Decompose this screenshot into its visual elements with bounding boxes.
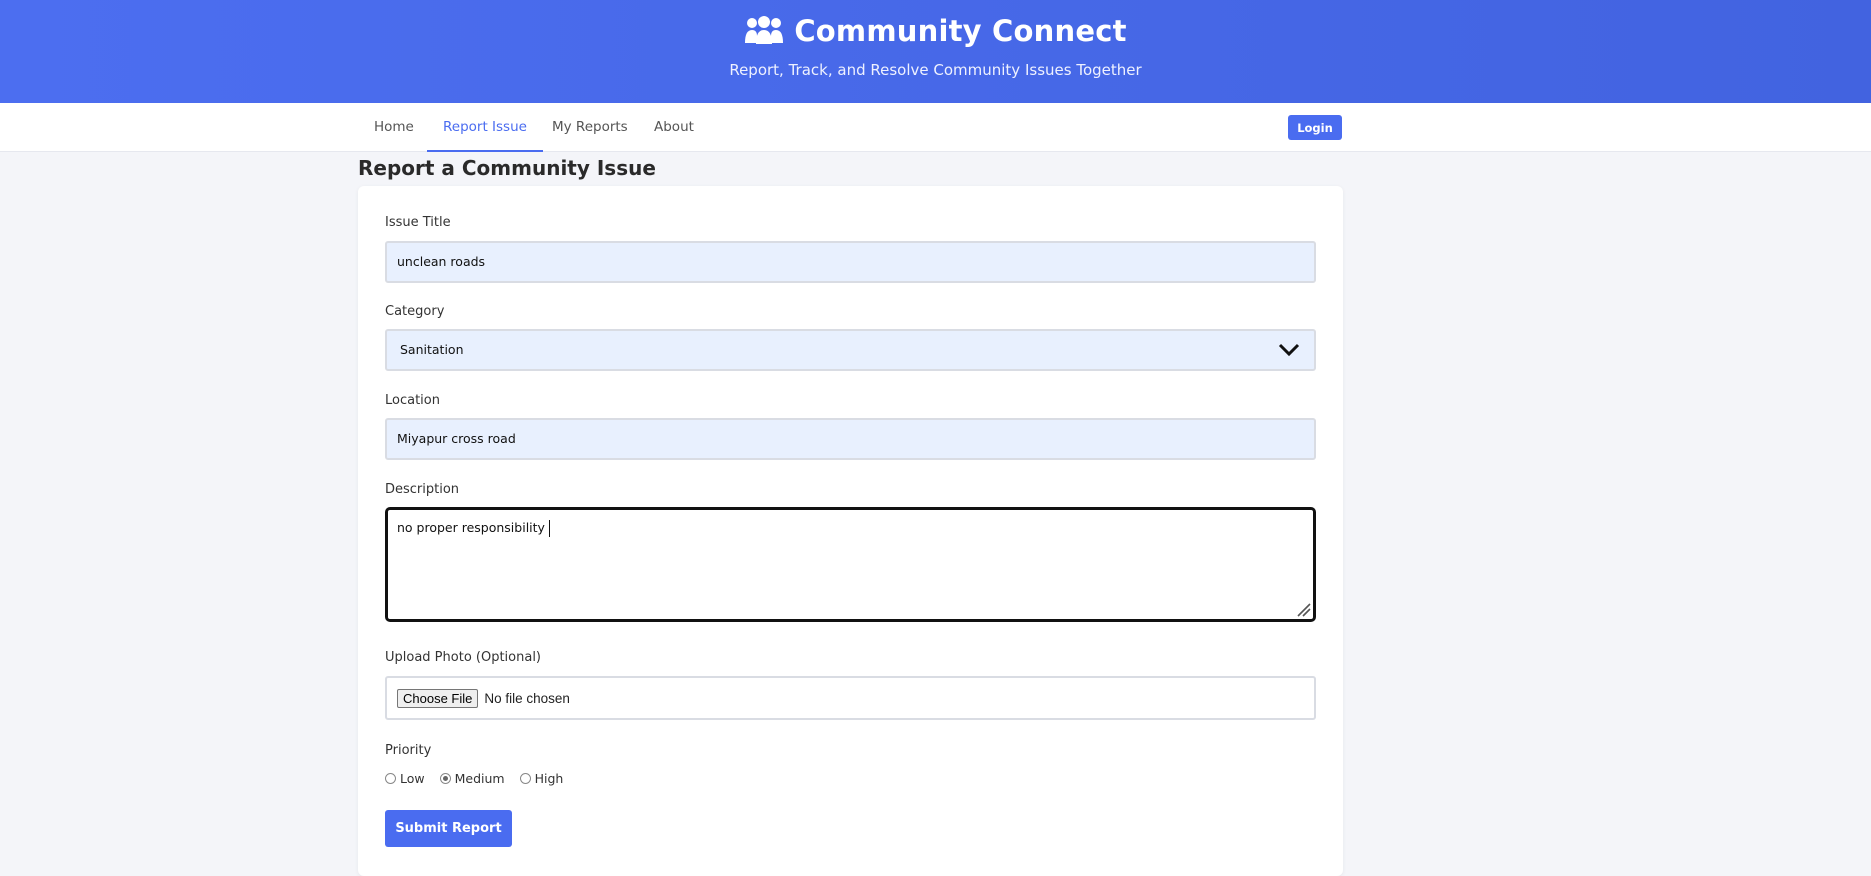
- brand: Community Connect: [0, 14, 1871, 48]
- issue-title-label: Issue Title: [385, 215, 451, 230]
- priority-medium-label: Medium: [454, 771, 505, 786]
- page-title: Report a Community Issue: [358, 156, 656, 180]
- nav-about[interactable]: About: [638, 103, 710, 152]
- app-header: Community Connect Report, Track, and Res…: [0, 0, 1871, 103]
- photo-upload-field: Choose File No file chosen: [385, 676, 1316, 720]
- report-form-card: Issue Title unclean roads Category Sanit…: [358, 186, 1343, 876]
- chevron-down-icon: [1278, 343, 1300, 357]
- app-subtitle: Report, Track, and Resolve Community Iss…: [729, 61, 1142, 79]
- nav-my-reports[interactable]: My Reports: [536, 103, 644, 152]
- priority-low-option[interactable]: Low: [385, 771, 425, 786]
- file-status: No file chosen: [484, 690, 570, 706]
- resize-handle-icon[interactable]: [1295, 601, 1311, 617]
- description-label: Description: [385, 482, 460, 497]
- priority-low-radio[interactable]: [385, 773, 396, 784]
- priority-medium-option[interactable]: Medium: [439, 771, 505, 786]
- app-title: Community Connect: [794, 14, 1127, 48]
- priority-high-label: High: [534, 771, 564, 786]
- location-label: Location: [385, 393, 440, 408]
- top-nav: Home Report Issue My Reports About Login: [0, 103, 1871, 152]
- priority-high-option[interactable]: High: [519, 771, 564, 786]
- priority-medium-radio[interactable]: [439, 773, 451, 784]
- submit-report-button[interactable]: Submit Report: [385, 810, 512, 847]
- text-caret: [548, 520, 550, 537]
- people-group-icon: [745, 16, 784, 44]
- issue-title-input[interactable]: unclean roads: [385, 241, 1316, 283]
- photo-label: Upload Photo (Optional): [385, 650, 542, 665]
- location-input[interactable]: Miyapur cross road: [385, 418, 1316, 460]
- nav-home[interactable]: Home: [358, 103, 430, 152]
- category-selected-value: Sanitation: [400, 342, 464, 357]
- description-textarea[interactable]: no proper responsibility: [385, 507, 1316, 622]
- nav-report-issue[interactable]: Report Issue: [427, 103, 543, 152]
- priority-label: Priority: [385, 743, 432, 758]
- category-select[interactable]: Sanitation: [385, 329, 1316, 371]
- category-label: Category: [385, 304, 445, 319]
- choose-file-button[interactable]: Choose File: [397, 688, 479, 708]
- description-text: no proper responsibility: [397, 520, 545, 535]
- priority-low-label: Low: [400, 771, 425, 786]
- login-button[interactable]: Login: [1288, 115, 1342, 140]
- priority-radio-group: Low Medium High: [385, 771, 578, 786]
- priority-high-radio[interactable]: [519, 773, 531, 784]
